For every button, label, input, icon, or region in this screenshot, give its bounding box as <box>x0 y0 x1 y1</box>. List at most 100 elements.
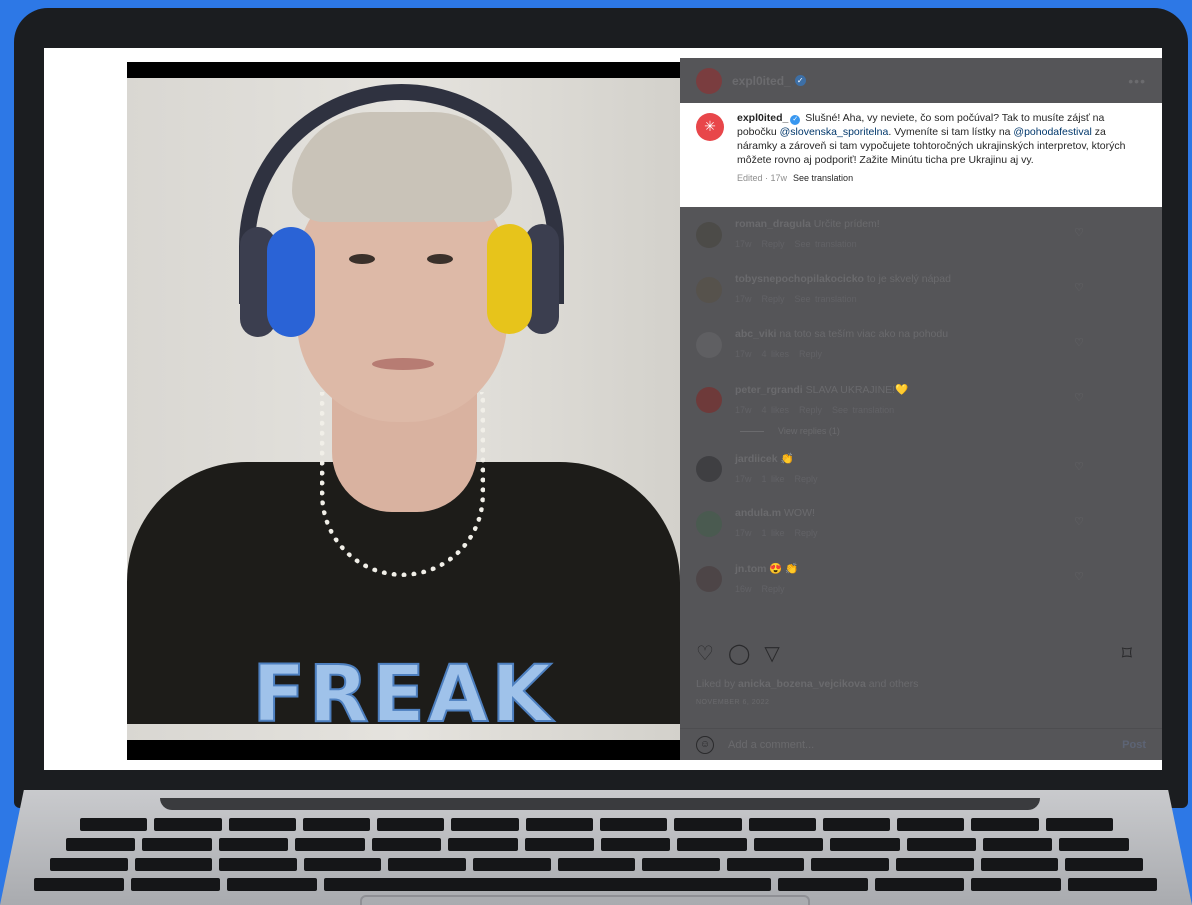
caption-username[interactable]: expl0ited_ <box>737 112 788 124</box>
key <box>1059 838 1129 851</box>
avatar[interactable] <box>696 511 722 537</box>
post-comment-button[interactable]: Post <box>1122 739 1146 751</box>
save-icon[interactable]: ⌑ <box>1122 641 1132 666</box>
comment-username[interactable]: peter_rgrandi <box>735 384 803 396</box>
comment-text: SLAVA UKRAJINE!💛 <box>805 384 909 396</box>
liked-by-suffix[interactable]: and others <box>866 678 919 690</box>
key <box>377 818 445 831</box>
key <box>971 878 1061 891</box>
keyboard-row <box>50 858 1150 871</box>
reply-link[interactable]: Reply <box>762 239 785 249</box>
comment-username[interactable]: abc_viki <box>735 328 776 340</box>
like-comment-icon[interactable]: ♡ <box>1074 460 1084 473</box>
more-options-icon[interactable]: ••• <box>1128 73 1146 89</box>
key <box>897 818 965 831</box>
comment-meta: 17w 1 like Reply <box>735 528 828 538</box>
like-comment-icon[interactable]: ♡ <box>1074 391 1084 404</box>
key <box>874 878 964 891</box>
caption-text: . Vymeníte si tam lístky na <box>888 126 1014 138</box>
key <box>811 858 890 871</box>
key <box>753 838 824 851</box>
like-comment-icon[interactable]: ♡ <box>1074 281 1084 294</box>
comment-username[interactable]: tobysnepochopilakocicko <box>735 273 864 285</box>
avatar[interactable] <box>696 387 722 413</box>
post-caption: expl0ited_✓ Slušné! Aha, vy neviete, čo … <box>680 103 1162 207</box>
reply-link[interactable]: Reply <box>795 528 818 538</box>
see-translation-link[interactable]: See translation <box>793 173 853 183</box>
comment-text: na toto sa teším viac ako na pohodu <box>779 328 949 340</box>
keyboard-row <box>34 878 1164 891</box>
comment-body: roman_dragula Určite prídem! 17w Reply See… <box>735 218 880 273</box>
key <box>980 858 1059 871</box>
see-translation-link[interactable]: See translation <box>795 294 857 304</box>
key <box>983 838 1053 851</box>
avatar[interactable] <box>696 332 722 358</box>
like-icon[interactable]: ♡ <box>696 641 714 666</box>
mention-link[interactable]: @pohodafestival <box>1013 126 1091 138</box>
caption-avatar[interactable] <box>696 113 724 141</box>
reply-link[interactable]: Reply <box>795 474 818 484</box>
comment-body: peter_rgrandi SLAVA UKRAJINE!💛 17w 4 like… <box>735 383 908 438</box>
avatar[interactable] <box>696 456 722 482</box>
comment-meta: 17w 1 like Reply <box>735 474 828 484</box>
like-comment-icon[interactable]: ♡ <box>1074 570 1084 583</box>
photo-necklace <box>320 392 485 577</box>
headphones-cup-yellow <box>487 224 532 334</box>
comment-likes[interactable]: 1 like <box>762 474 785 484</box>
key <box>473 858 551 871</box>
comment-item: tobysnepochopilakocicko to je skvelý náp… <box>680 273 1162 328</box>
reply-link[interactable]: Reply <box>799 349 822 359</box>
key <box>896 858 974 871</box>
add-comment-bar: ☺ Post <box>680 728 1162 760</box>
comment-text: WOW! <box>784 507 815 519</box>
comment-icon[interactable]: ◯ <box>728 641 750 666</box>
comment-text: Určite prídem! <box>813 218 880 230</box>
key <box>218 838 289 851</box>
key <box>1067 878 1157 891</box>
laptop-trackpad <box>360 895 810 905</box>
emoji-icon[interactable]: ☺ <box>696 735 714 754</box>
see-translation-link[interactable]: See translation <box>832 405 894 415</box>
comment-likes[interactable]: 4 likes <box>762 405 790 415</box>
comment-meta: 16w Reply <box>735 584 799 594</box>
liked-by-prefix: Liked by <box>696 678 739 690</box>
like-comment-icon[interactable]: ♡ <box>1074 226 1084 239</box>
comment-username[interactable]: jardiicek <box>735 453 778 465</box>
keyboard-row <box>80 818 1120 831</box>
comment-text: 👏 <box>780 453 794 465</box>
share-icon[interactable]: ▽ <box>764 641 779 666</box>
mention-link[interactable]: @slovenska_sporitelna <box>780 126 889 138</box>
comment-item: jn.tom 😍 👏 16w Reply ♡ <box>680 562 1162 617</box>
comment-username[interactable]: andula.m <box>735 507 781 519</box>
key <box>748 818 816 831</box>
comment-likes[interactable]: 1 like <box>762 528 785 538</box>
avatar[interactable] <box>696 222 722 248</box>
reply-link[interactable]: Reply <box>762 294 785 304</box>
reply-link[interactable]: Reply <box>799 405 822 415</box>
post-username[interactable]: expl0ited_ <box>732 74 791 88</box>
key <box>1065 858 1143 871</box>
key <box>130 878 220 891</box>
like-comment-icon[interactable]: ♡ <box>1074 336 1084 349</box>
key <box>34 878 124 891</box>
photo-eye-right <box>427 254 453 264</box>
key <box>971 818 1039 831</box>
comment-input[interactable] <box>728 738 1123 751</box>
comment-likes[interactable]: 4 likes <box>762 349 790 359</box>
comment-username[interactable]: jn.tom <box>735 563 767 575</box>
avatar[interactable] <box>696 566 722 592</box>
see-translation-link[interactable]: See translation <box>795 239 857 249</box>
comment-time: 17w <box>735 294 752 304</box>
comment-username[interactable]: roman_dragula <box>735 218 811 230</box>
post-photo: FREAK <box>127 62 680 760</box>
key <box>822 818 891 831</box>
reply-link[interactable]: Reply <box>762 584 785 594</box>
avatar[interactable] <box>696 67 722 94</box>
key <box>142 838 212 851</box>
caption-meta: Edited · 17w See translation <box>737 171 1146 185</box>
like-comment-icon[interactable]: ♡ <box>1074 515 1084 528</box>
key <box>524 838 594 851</box>
comment-body: andula.m WOW! 17w 1 like Reply <box>735 507 828 562</box>
avatar[interactable] <box>696 277 722 303</box>
liked-by-user[interactable]: anicka_bozena_vejcikova <box>738 678 866 690</box>
